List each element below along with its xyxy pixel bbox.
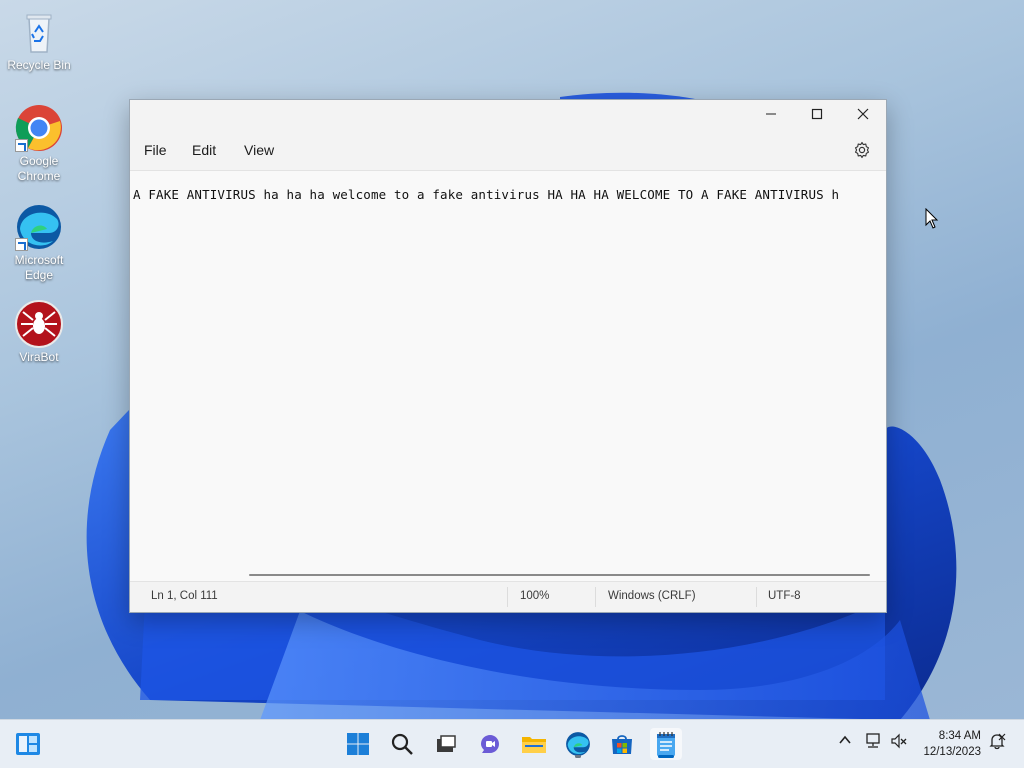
menu-bar: File Edit View [130,130,886,171]
clock[interactable]: 8:34 AM 12/13/2023 [923,728,981,760]
line-ending: Windows (CRLF) [608,590,696,602]
edge-icon [566,732,590,756]
desktop-icon-virabot[interactable]: ViraBot [1,300,77,365]
shortcut-arrow-icon [15,238,28,251]
show-hidden-icons-button[interactable] [838,732,852,752]
chat-button[interactable] [474,728,506,760]
settings-button[interactable] [853,141,871,159]
store-button[interactable] [606,728,638,760]
edge-taskbar-button[interactable] [562,728,594,760]
mouse-cursor-icon [925,207,939,234]
horizontal-scrollbar[interactable] [249,574,870,576]
status-divider [595,587,596,607]
chat-icon [481,735,499,753]
edge-icon [15,203,63,251]
taskbar: 8:34 AM 12/13/2023 [0,719,1024,768]
minimize-icon [766,113,776,115]
notepad-icon [657,732,675,756]
maximize-button[interactable] [794,100,840,128]
menu-view[interactable]: View [244,142,274,158]
desktop-icon-label: Google Chrome [17,154,61,183]
store-icon [612,735,632,754]
volume-muted-icon [891,733,907,749]
search-button[interactable] [386,728,418,760]
start-button[interactable] [342,728,374,760]
active-indicator [658,755,674,758]
status-bar: Ln 1, Col 111 100% Windows (CRLF) UTF-8 [130,581,886,612]
desktop-icon-google-chrome[interactable]: Google Chrome [1,104,77,184]
volume-button[interactable] [890,732,908,754]
encoding: UTF-8 [768,590,801,602]
desktop-icon-label: Microsoft Edge [14,253,64,282]
running-indicator [575,755,581,758]
menu-edit[interactable]: Edit [192,142,216,158]
menu-file[interactable]: File [144,142,167,158]
desktop-icon-label: ViraBot [19,350,59,364]
clock-date: 12/13/2023 [923,746,981,758]
network-icon [866,733,880,748]
desktop-icon-recycle-bin[interactable]: Recycle Bin [1,8,77,73]
shortcut-arrow-icon [15,139,28,152]
notification-icon [989,733,1006,750]
widgets-icon [16,733,40,755]
task-view-button[interactable] [430,728,462,760]
close-button[interactable] [840,100,886,128]
title-bar[interactable] [130,100,886,130]
desktop-icon-microsoft-edge[interactable]: Microsoft Edge [1,203,77,283]
virabot-icon [15,300,63,348]
editor-content[interactable]: A FAKE ANTIVIRUS ha ha ha welcome to a f… [133,187,839,202]
status-divider [507,587,508,607]
chevron-up-icon [839,735,851,744]
file-explorer-icon [522,737,546,753]
close-icon [857,108,869,120]
zoom-level: 100% [520,590,550,602]
status-divider [756,587,757,607]
cursor-position: Ln 1, Col 111 [151,590,218,602]
search-icon [391,733,413,755]
notifications-button[interactable] [988,732,1006,754]
minimize-button[interactable] [748,100,794,128]
task-view-icon [437,735,456,752]
widgets-button[interactable] [12,728,44,760]
recycle-bin-icon [15,8,63,56]
text-editor[interactable]: A FAKE ANTIVIRUS ha ha ha welcome to a f… [130,171,886,582]
chrome-icon [15,104,63,152]
desktop-icon-label: Recycle Bin [7,58,71,72]
network-button[interactable] [864,732,882,754]
notepad-window[interactable]: File Edit View A FAKE ANTIVIRUS ha ha ha… [129,99,887,613]
notepad-taskbar-button[interactable] [650,728,682,760]
maximize-icon [811,108,823,120]
clock-time: 8:34 AM [938,730,981,742]
start-icon [347,733,369,755]
file-explorer-button[interactable] [518,728,550,760]
gear-icon [854,141,870,159]
